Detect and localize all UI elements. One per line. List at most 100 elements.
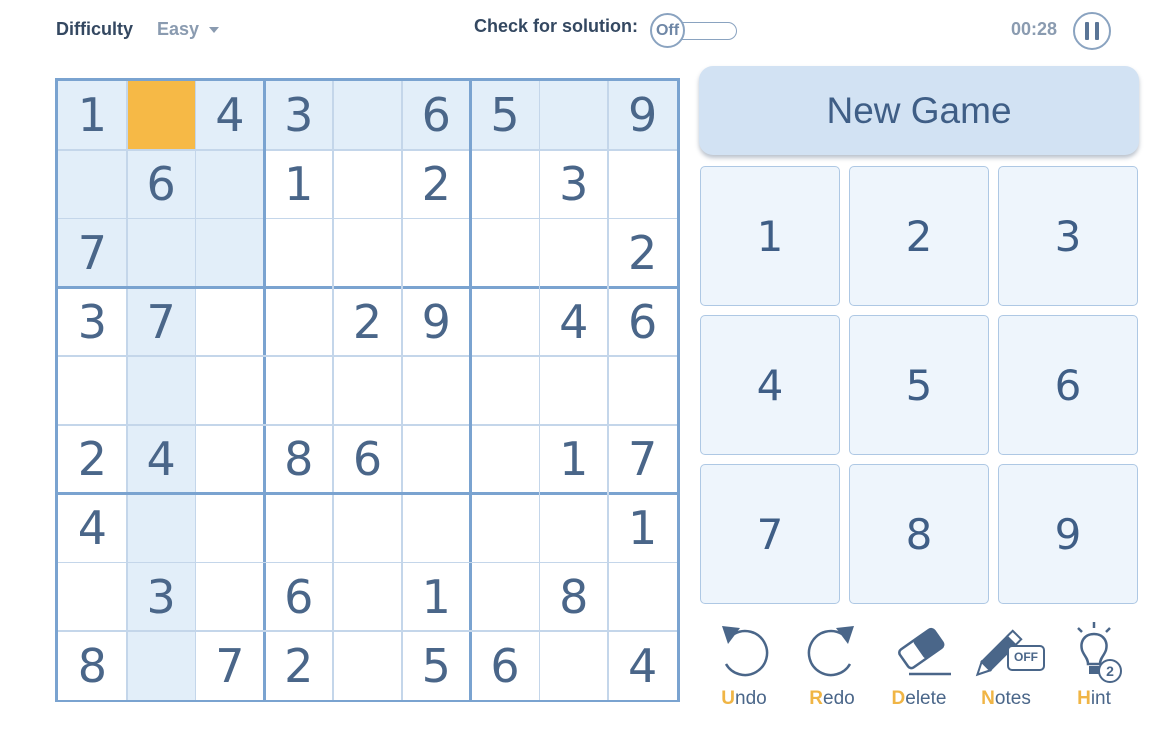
sudoku-cell[interactable]	[195, 287, 265, 357]
sudoku-cell[interactable]	[264, 287, 334, 357]
sudoku-cell[interactable]	[58, 356, 127, 425]
sudoku-cell[interactable]: 4	[539, 287, 609, 357]
sudoku-cell[interactable]: 3	[539, 149, 609, 219]
number-pad-button[interactable]: 7	[700, 464, 840, 604]
sudoku-cell[interactable]	[264, 356, 334, 425]
sudoku-cell[interactable]: 6	[333, 424, 402, 494]
sudoku-cell[interactable]	[264, 493, 334, 563]
sudoku-cell[interactable]	[195, 493, 265, 563]
sudoku-cell[interactable]	[126, 356, 196, 425]
number-pad-button[interactable]: 4	[700, 315, 840, 455]
number-pad-button[interactable]: 2	[849, 166, 989, 306]
sudoku-cell[interactable]	[401, 218, 471, 288]
number-pad-button[interactable]: 5	[849, 315, 989, 455]
new-game-button[interactable]: New Game	[699, 66, 1139, 155]
sudoku-cell[interactable]: 3	[126, 562, 196, 632]
sudoku-cell[interactable]	[195, 218, 265, 288]
sudoku-cell[interactable]: 2	[401, 149, 471, 219]
check-solution-toggle[interactable]: Off	[648, 13, 738, 48]
sudoku-cell[interactable]	[470, 424, 540, 494]
sudoku-cell[interactable]	[126, 81, 196, 150]
sudoku-cell[interactable]	[126, 218, 196, 288]
sudoku-cell[interactable]	[333, 562, 402, 632]
number-pad-button[interactable]: 8	[849, 464, 989, 604]
sudoku-cell[interactable]: 1	[401, 562, 471, 632]
pause-button[interactable]	[1073, 12, 1111, 50]
sudoku-cell[interactable]	[608, 356, 677, 425]
sudoku-cell[interactable]	[608, 562, 677, 632]
sudoku-cell[interactable]	[333, 218, 402, 288]
sudoku-cell[interactable]	[333, 493, 402, 563]
sudoku-cell[interactable]: 9	[401, 287, 471, 357]
sudoku-cell[interactable]	[401, 493, 471, 563]
sudoku-cell[interactable]: 4	[58, 493, 127, 563]
sudoku-cell[interactable]: 8	[539, 562, 609, 632]
sudoku-cell[interactable]: 1	[539, 424, 609, 494]
sudoku-cell[interactable]	[58, 149, 127, 219]
sudoku-cell[interactable]	[401, 356, 471, 425]
sudoku-cell[interactable]	[333, 356, 402, 425]
grid-line	[401, 81, 403, 700]
sudoku-cell[interactable]	[470, 562, 540, 632]
sudoku-cell[interactable]: 7	[195, 631, 265, 700]
sudoku-cell[interactable]: 4	[608, 631, 677, 700]
sudoku-cell[interactable]	[470, 218, 540, 288]
sudoku-cell[interactable]: 8	[264, 424, 334, 494]
sudoku-cell[interactable]: 4	[126, 424, 196, 494]
sudoku-cell[interactable]	[470, 356, 540, 425]
sudoku-cell[interactable]	[470, 149, 540, 219]
sudoku-cell[interactable]	[333, 81, 402, 150]
sudoku-cell[interactable]: 1	[608, 493, 677, 563]
sudoku-cell[interactable]: 2	[58, 424, 127, 494]
sudoku-cell[interactable]	[539, 493, 609, 563]
sudoku-cell[interactable]	[195, 356, 265, 425]
hint-button[interactable]: 2 Hint	[1054, 618, 1134, 718]
sudoku-cell[interactable]	[195, 149, 265, 219]
sudoku-cell[interactable]: 2	[333, 287, 402, 357]
sudoku-cell[interactable]	[608, 149, 677, 219]
sudoku-cell[interactable]	[470, 287, 540, 357]
sudoku-cell[interactable]: 3	[264, 81, 334, 150]
sudoku-cell[interactable]: 3	[58, 287, 127, 357]
sudoku-cell[interactable]: 6	[264, 562, 334, 632]
sudoku-cell[interactable]	[539, 81, 609, 150]
sudoku-cell[interactable]: 7	[608, 424, 677, 494]
sudoku-cell[interactable]: 6	[470, 631, 540, 700]
sudoku-cell[interactable]: 4	[195, 81, 265, 150]
sudoku-cell[interactable]: 1	[58, 81, 127, 150]
sudoku-cell[interactable]	[126, 631, 196, 700]
number-pad-button[interactable]: 9	[998, 464, 1138, 604]
delete-button[interactable]: Delete	[879, 618, 959, 718]
sudoku-cell[interactable]	[470, 493, 540, 563]
sudoku-cell[interactable]	[333, 631, 402, 700]
sudoku-cell[interactable]	[333, 149, 402, 219]
sudoku-cell[interactable]: 6	[608, 287, 677, 357]
sudoku-cell[interactable]: 7	[126, 287, 196, 357]
redo-button[interactable]: Redo	[792, 618, 872, 718]
sudoku-cell[interactable]	[195, 562, 265, 632]
sudoku-cell[interactable]: 2	[608, 218, 677, 288]
number-pad-button[interactable]: 1	[700, 166, 840, 306]
difficulty-dropdown[interactable]: Easy	[157, 19, 220, 40]
sudoku-cell[interactable]: 6	[401, 81, 471, 150]
notes-button[interactable]: OFF Notes	[966, 618, 1046, 718]
sudoku-cell[interactable]: 5	[470, 81, 540, 150]
sudoku-cell[interactable]: 8	[58, 631, 127, 700]
sudoku-cell[interactable]	[195, 424, 265, 494]
sudoku-cell[interactable]	[539, 631, 609, 700]
sudoku-cell[interactable]: 5	[401, 631, 471, 700]
sudoku-cell[interactable]	[401, 424, 471, 494]
sudoku-cell[interactable]: 9	[608, 81, 677, 150]
number-pad-button[interactable]: 3	[998, 166, 1138, 306]
sudoku-cell[interactable]	[539, 218, 609, 288]
sudoku-cell[interactable]: 1	[264, 149, 334, 219]
sudoku-cell[interactable]	[58, 562, 127, 632]
sudoku-cell[interactable]	[539, 356, 609, 425]
sudoku-cell[interactable]: 7	[58, 218, 127, 288]
sudoku-cell[interactable]	[264, 218, 334, 288]
number-pad-button[interactable]: 6	[998, 315, 1138, 455]
sudoku-cell[interactable]	[126, 493, 196, 563]
sudoku-cell[interactable]: 2	[264, 631, 334, 700]
undo-button[interactable]: Undo	[704, 618, 784, 718]
sudoku-cell[interactable]: 6	[126, 149, 196, 219]
